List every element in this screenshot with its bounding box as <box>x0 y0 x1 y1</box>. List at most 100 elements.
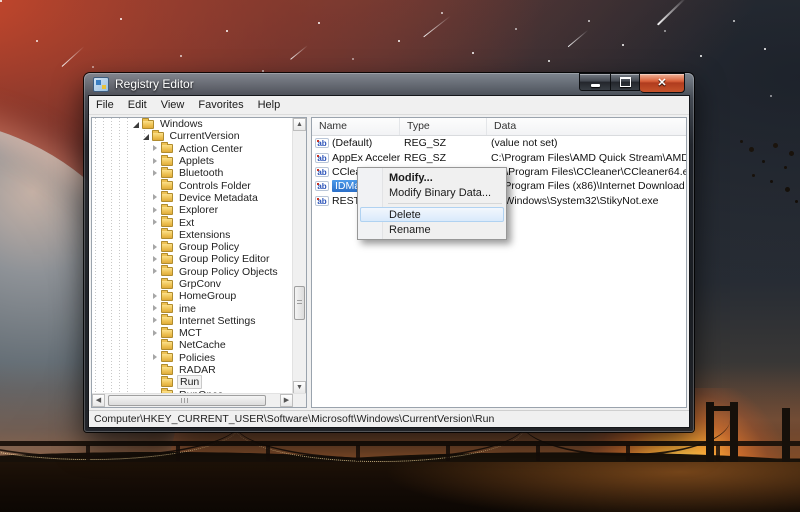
tree-item-grpconv[interactable]: GrpConv <box>92 278 293 290</box>
scroll-right-button[interactable]: ▶ <box>280 394 293 407</box>
collapsed-arrow-icon[interactable] <box>151 193 160 202</box>
close-button[interactable]: ✕ <box>640 73 685 93</box>
meteor-streak <box>657 0 687 26</box>
expanded-arrow-icon[interactable] <box>132 120 141 129</box>
tree-item-label: Group Policy Editor <box>177 253 271 265</box>
tree-item-label: Extensions <box>177 229 232 241</box>
folder-icon <box>161 366 173 375</box>
tree-item-label: Policies <box>177 352 217 364</box>
value-row--default-[interactable]: ab(Default)REG_SZ(value not set) <box>312 136 686 150</box>
tree-horizontal-scrollbar[interactable]: ◀ ▶ <box>92 393 306 407</box>
reg-sz-icon: ab <box>315 153 329 163</box>
folder-icon <box>161 181 173 190</box>
bridge-tower <box>706 402 738 464</box>
tree-item-internet-settings[interactable]: Internet Settings <box>92 315 293 327</box>
tree-item-device-metadata[interactable]: Device Metadata <box>92 192 293 204</box>
status-bar: Computer\HKEY_CURRENT_USER\Software\Micr… <box>89 410 689 427</box>
vertical-scroll-thumb[interactable] <box>294 286 305 320</box>
tree-item-label: CurrentVersion <box>168 130 242 142</box>
maximize-button[interactable] <box>611 73 640 91</box>
meteor-streak <box>290 45 308 60</box>
collapsed-arrow-icon[interactable] <box>151 206 160 215</box>
folder-icon <box>152 132 164 141</box>
column-header-type[interactable]: Type <box>400 118 487 135</box>
column-header-name[interactable]: Name <box>312 118 400 135</box>
folder-icon <box>161 378 173 387</box>
scroll-left-button[interactable]: ◀ <box>92 394 105 407</box>
menu-favorites[interactable]: Favorites <box>191 99 250 111</box>
tree-item-netcache[interactable]: NetCache <box>92 339 293 351</box>
minimize-icon <box>591 84 600 87</box>
collapsed-arrow-icon[interactable] <box>151 353 160 362</box>
tree-item-applets[interactable]: Applets <box>92 155 293 167</box>
collapsed-arrow-icon[interactable] <box>151 329 160 338</box>
tree-item-extensions[interactable]: Extensions <box>92 229 293 241</box>
tree-item-run[interactable]: Run <box>92 376 293 388</box>
reg-sz-icon: ab <box>315 138 329 148</box>
minimize-button[interactable] <box>579 73 611 91</box>
tree-item-mct[interactable]: MCT <box>92 327 293 339</box>
title-bar[interactable]: Registry Editor ✕ <box>84 73 694 95</box>
tree-item-ime[interactable]: ime <box>92 302 293 314</box>
tree-item-explorer[interactable]: Explorer <box>92 204 293 216</box>
context-menu-item-modify[interactable]: Modify... <box>360 170 504 185</box>
tree-item-label: Ext <box>177 217 196 229</box>
context-menu-item-delete[interactable]: Delete <box>360 207 504 222</box>
registry-editor-window: Registry Editor ✕ File Edit View Favorit… <box>84 73 694 432</box>
menu-file[interactable]: File <box>89 99 121 111</box>
folder-icon <box>161 292 173 301</box>
split-panes: WindowsCurrentVersionAction CenterApplet… <box>89 115 689 410</box>
menu-help[interactable]: Help <box>251 99 288 111</box>
tree-item-label: Device Metadata <box>177 192 260 204</box>
column-header-data[interactable]: Data <box>487 118 686 135</box>
horizontal-scroll-thumb[interactable] <box>108 395 266 406</box>
collapsed-arrow-icon[interactable] <box>151 218 160 227</box>
scroll-up-button[interactable]: ▲ <box>293 118 306 131</box>
context-menu-item-rename[interactable]: Rename <box>360 222 504 237</box>
registry-editor-icon <box>93 77 109 92</box>
tree-item-label: Group Policy Objects <box>177 266 280 278</box>
collapsed-arrow-icon[interactable] <box>151 304 160 313</box>
tree-item-label: RADAR <box>177 364 218 376</box>
tree-item-group-policy[interactable]: Group Policy <box>92 241 293 253</box>
value-type: REG_SZ <box>400 152 487 164</box>
tree-item-action-center[interactable]: Action Center <box>92 143 293 155</box>
tree-item-homegroup[interactable]: HomeGroup <box>92 290 293 302</box>
value-type: REG_SZ <box>400 137 487 149</box>
tree-item-bluetooth[interactable]: Bluetooth <box>92 167 293 179</box>
collapsed-arrow-icon[interactable] <box>151 292 160 301</box>
meteor-streak <box>423 16 450 38</box>
no-expander <box>151 366 160 375</box>
tree-item-label: Action Center <box>177 143 245 155</box>
tree-item-radar[interactable]: RADAR <box>92 364 293 376</box>
tree-item-label: Applets <box>177 155 216 167</box>
value-row-appex-accelerat-[interactable]: abAppEx Accelerat...REG_SZC:\Program Fil… <box>312 150 686 164</box>
menu-view[interactable]: View <box>154 99 192 111</box>
tree-item-group-policy-editor[interactable]: Group Policy Editor <box>92 253 293 265</box>
tree-item-currentversion[interactable]: CurrentVersion <box>92 130 293 142</box>
collapsed-arrow-icon[interactable] <box>151 267 160 276</box>
meteor-streak <box>568 30 589 47</box>
tree-item-controls-folder[interactable]: Controls Folder <box>92 179 293 191</box>
folder-icon <box>161 243 173 252</box>
value-data: "C:\Program Files\CCleaner\CCleaner64.ex… <box>487 166 686 178</box>
collapsed-arrow-icon[interactable] <box>151 144 160 153</box>
collapsed-arrow-icon[interactable] <box>151 243 160 252</box>
tree-item-label: ime <box>177 303 198 315</box>
value-data: C:\Windows\System32\StikyNot.exe <box>487 195 686 207</box>
collapsed-arrow-icon[interactable] <box>151 169 160 178</box>
collapsed-arrow-icon[interactable] <box>151 157 160 166</box>
tree-item-ext[interactable]: Ext <box>92 216 293 228</box>
menu-edit[interactable]: Edit <box>121 99 154 111</box>
tree-item-windows[interactable]: Windows <box>92 118 293 130</box>
context-menu-item-modify-binary-data[interactable]: Modify Binary Data... <box>360 185 504 200</box>
tree-vertical-scrollbar[interactable]: ▲ ▼ <box>292 118 306 394</box>
value-data: C:\Program Files (x86)\Internet Download… <box>487 180 686 192</box>
collapsed-arrow-icon[interactable] <box>151 255 160 264</box>
collapsed-arrow-icon[interactable] <box>151 316 160 325</box>
expanded-arrow-icon[interactable] <box>142 132 151 141</box>
tree-item-group-policy-objects[interactable]: Group Policy Objects <box>92 266 293 278</box>
tree-item-policies[interactable]: Policies <box>92 352 293 364</box>
tree-item-label: MCT <box>177 327 204 339</box>
reg-sz-icon: ab <box>315 181 329 191</box>
